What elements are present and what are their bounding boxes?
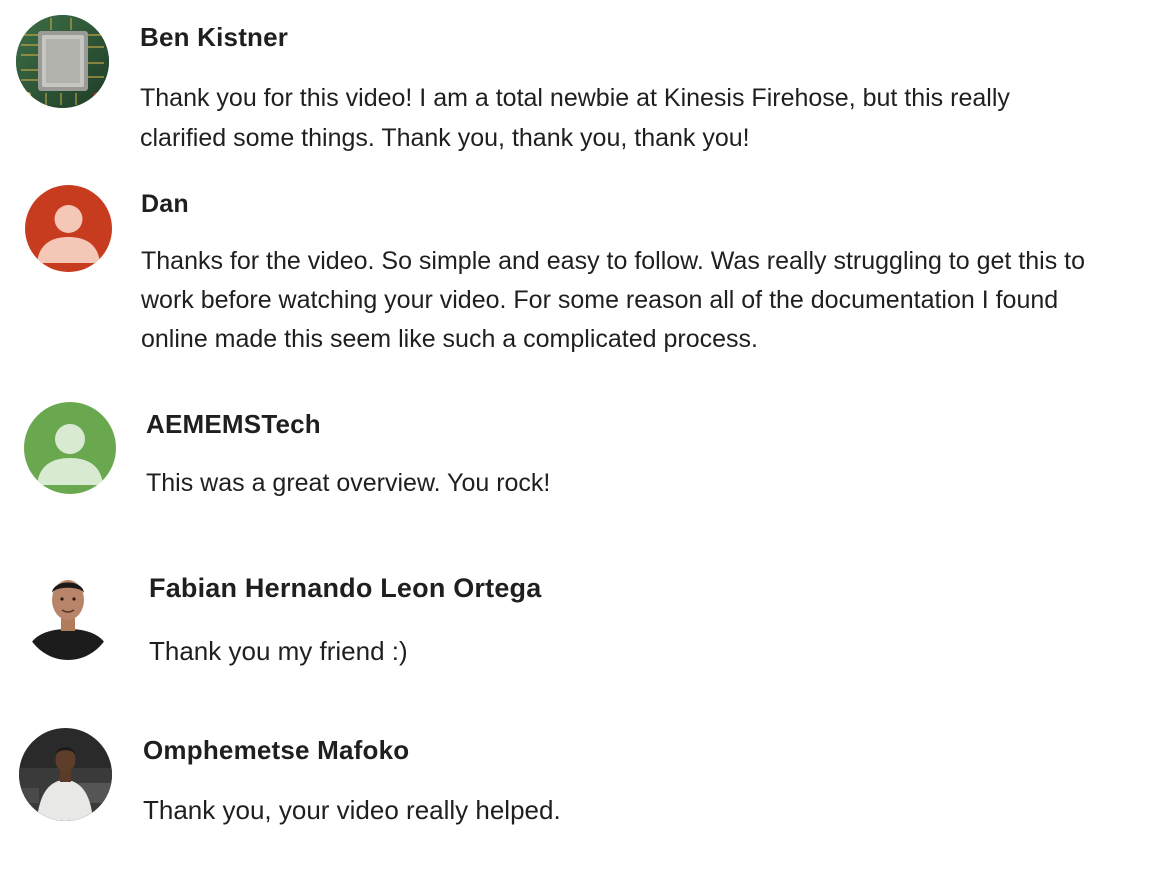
avatar[interactable]	[25, 185, 112, 272]
comment-text-line: Thank you for this video! I am a total n…	[140, 84, 1010, 112]
comment-text: Thank you, your video really helped.	[143, 791, 561, 831]
comment-author[interactable]: Omphemetse Mafoko	[143, 735, 409, 766]
comment-author[interactable]: Ben Kistner	[140, 22, 288, 53]
comment-text-line: clarified some things. Thank you, thank …	[140, 123, 750, 152]
circuit-chip-photo-avatar-icon	[16, 15, 109, 108]
comment-text-line: online made this seem like such a compli…	[141, 325, 758, 353]
comment-text: This was a great overview. You rock!	[146, 464, 550, 504]
comment-text-line: work before watching your video. For som…	[141, 286, 1059, 314]
comment-text-line: Thank you my friend :)	[149, 636, 408, 666]
avatar[interactable]	[24, 402, 116, 494]
comment-text-line: Thank you, your video really helped.	[143, 795, 561, 825]
comment-author[interactable]: Fabian Hernando Leon Ortega	[149, 573, 541, 604]
comment-text: Thank you my friend :)	[149, 632, 408, 672]
comment-author[interactable]: AEMEMSTech	[146, 409, 321, 440]
comment-text: Thanks for the video. So simple and easy…	[141, 242, 1085, 359]
default-user-avatar-icon	[25, 185, 112, 272]
avatar[interactable]	[19, 728, 112, 821]
person-photo-avatar-icon	[23, 567, 113, 660]
comment-text-line: This was a great overview. You rock!	[146, 469, 551, 497]
person-photo-avatar-icon	[19, 728, 112, 821]
avatar[interactable]	[16, 15, 109, 108]
comment-text: Thank you for this video! I am a total n…	[140, 79, 1010, 158]
avatar[interactable]	[23, 567, 113, 660]
comment-text-line: Thanks for the video. So simple and easy…	[141, 247, 1085, 275]
comment-author[interactable]: Dan	[141, 190, 189, 219]
default-user-avatar-icon	[24, 402, 116, 494]
